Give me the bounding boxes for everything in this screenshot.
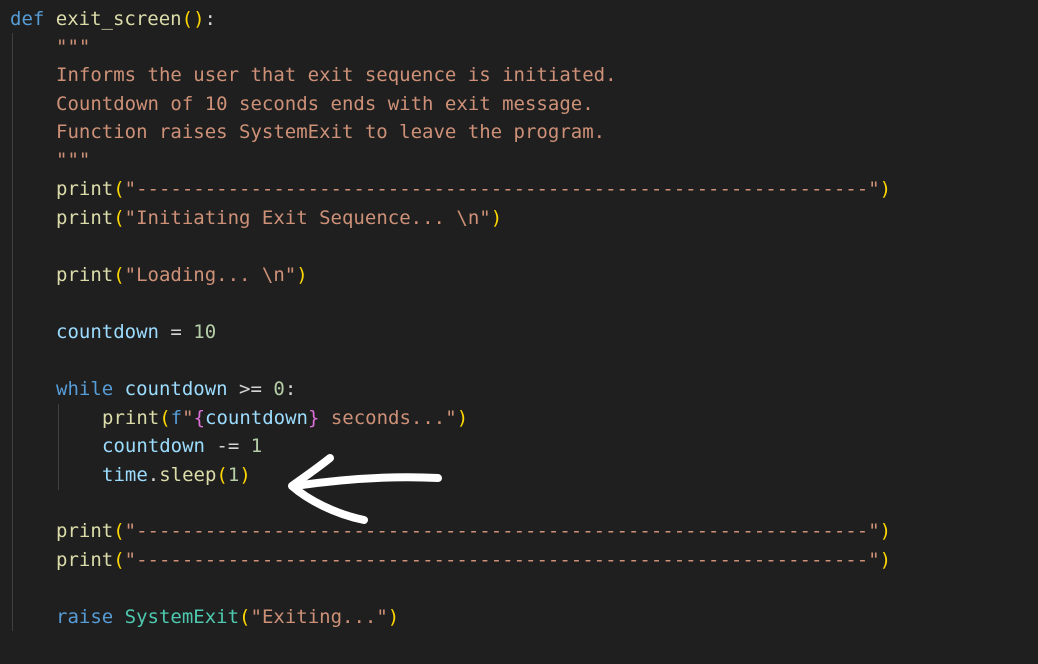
string-literal: "Loading... \n"	[124, 264, 297, 286]
function-name: exit_screen	[55, 8, 182, 30]
hand-drawn-arrow-icon	[288, 454, 442, 524]
keyword-def: def	[10, 8, 45, 30]
string-literal: "---------------------------------------…	[124, 178, 880, 200]
print-call: print	[56, 178, 114, 200]
print-call: print	[56, 520, 114, 542]
paren-close: )	[879, 520, 892, 542]
code-line-countdown-assign: countdown = 10	[56, 318, 216, 346]
indent-guide-while	[58, 404, 59, 490]
print-call: print	[102, 407, 160, 429]
paren-open: (	[113, 520, 125, 542]
paren-close: )	[879, 549, 892, 571]
docstring-quotes: """	[56, 149, 91, 171]
string-quote: "	[182, 407, 194, 429]
code-line-docstring-close: """	[56, 146, 90, 174]
paren-close: )	[387, 606, 400, 628]
keyword-while: while	[56, 378, 114, 400]
string-literal: "---------------------------------------…	[124, 549, 880, 571]
variable-countdown: countdown	[56, 321, 159, 343]
print-call: print	[56, 207, 114, 229]
paren-open: (	[113, 264, 125, 286]
code-editor[interactable]: def exit_screen(): """ Informs the user …	[0, 0, 1038, 664]
print-call: print	[56, 549, 114, 571]
paren-open: (	[113, 178, 125, 200]
code-line-print-dashes-3: print("---------------------------------…	[56, 546, 891, 574]
code-line-print-dashes: print("---------------------------------…	[56, 175, 891, 203]
brace-open: {	[193, 407, 206, 429]
indent-guide-function	[12, 33, 13, 631]
paren-close: )	[296, 264, 308, 286]
paren-close: )	[879, 178, 892, 200]
code-line-print-fstring: print(f"{countdown} seconds...")	[102, 404, 468, 432]
docstring-quotes: """	[56, 36, 91, 58]
number-literal: 10	[193, 321, 217, 343]
module-time: time	[102, 464, 148, 486]
code-line-docstring-3: Function raises SystemExit to leave the …	[56, 118, 605, 146]
string-literal: "---------------------------------------…	[124, 520, 880, 542]
operator: =	[158, 321, 194, 343]
colon: :	[284, 378, 297, 400]
code-line-print-loading: print("Loading... \n")	[56, 261, 308, 289]
paren-open: (	[239, 606, 251, 628]
operator: -=	[204, 435, 251, 457]
paren-close: )	[456, 407, 469, 429]
paren-open: (	[181, 8, 194, 30]
brace-close: }	[307, 407, 320, 429]
keyword-raise: raise	[56, 606, 114, 628]
docstring-text: Function raises SystemExit to leave the …	[56, 121, 606, 143]
code-line-docstring-2: Countdown of 10 seconds ends with exit m…	[56, 90, 594, 118]
docstring-text: Countdown of 10 seconds ends with exit m…	[56, 93, 594, 115]
class-systemexit: SystemExit	[124, 606, 240, 628]
code-line-def: def exit_screen():	[10, 5, 216, 33]
paren-open: (	[159, 407, 171, 429]
code-line-while: while countdown >= 0:	[56, 375, 296, 403]
code-line-decrement: countdown -= 1	[102, 432, 262, 460]
variable-countdown: countdown	[102, 435, 205, 457]
paren-open: (	[216, 464, 228, 486]
code-line-docstring-1: Informs the user that exit sequence is i…	[56, 61, 617, 89]
paren-open: (	[113, 549, 125, 571]
number-literal: 1	[227, 464, 240, 486]
number-literal: 0	[273, 378, 285, 400]
code-line-raise: raise SystemExit("Exiting...")	[56, 603, 399, 631]
paren-close: )	[193, 8, 205, 30]
colon: :	[204, 8, 216, 30]
variable-countdown: countdown	[124, 378, 228, 400]
operator: >=	[227, 378, 274, 400]
code-line-print-dashes-2: print("---------------------------------…	[56, 517, 891, 545]
docstring-text: Informs the user that exit sequence is i…	[56, 64, 617, 86]
code-line-sleep: time.sleep(1)	[102, 461, 251, 489]
paren-close: )	[239, 464, 251, 486]
code-line-docstring-open: """	[56, 33, 90, 61]
fstring-prefix: f	[170, 407, 183, 429]
print-call: print	[56, 264, 114, 286]
code-line-print-initiating: print("Initiating Exit Sequence... \n")	[56, 204, 502, 232]
variable-countdown: countdown	[205, 407, 308, 429]
paren-open: (	[113, 207, 125, 229]
dot: .	[147, 464, 160, 486]
function-sleep: sleep	[159, 464, 217, 486]
number-literal: 1	[250, 435, 263, 457]
string-literal: "Exiting..."	[250, 606, 388, 628]
string-literal: seconds..."	[319, 407, 457, 429]
string-literal: "Initiating Exit Sequence... \n"	[124, 207, 491, 229]
paren-close: )	[490, 207, 503, 229]
